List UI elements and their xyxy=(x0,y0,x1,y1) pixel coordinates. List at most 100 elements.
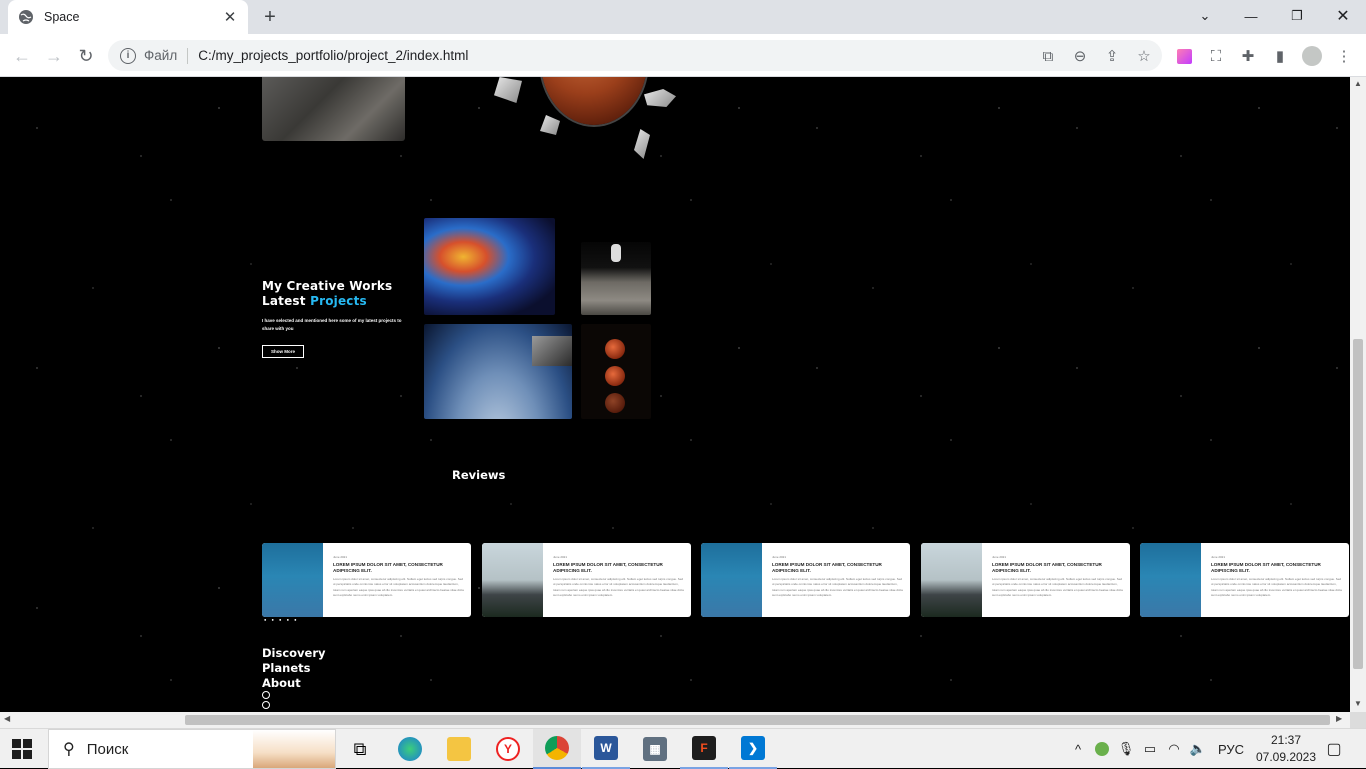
volume-icon[interactable]: 🔈 xyxy=(1188,729,1208,769)
review-heading: LOREM IPSUM DOLOR SIT AMET, CONSECTETUR … xyxy=(333,562,443,573)
footer-nav: Discovery Planets About xyxy=(262,646,326,691)
works-title-line2: Latest Projects xyxy=(262,294,392,309)
reviewer-photo xyxy=(482,543,543,617)
file-explorer-icon[interactable] xyxy=(435,729,483,769)
security-shield-icon[interactable] xyxy=(1092,729,1112,769)
works-description: I have selected and mentioned here some … xyxy=(262,318,402,331)
horizontal-scroll-thumb[interactable] xyxy=(185,715,1330,725)
space-station-figure xyxy=(532,336,572,366)
screenshot-icon[interactable]: ⛶ xyxy=(1206,46,1226,66)
gallery-astronaut-image[interactable] xyxy=(581,242,651,315)
review-heading: LOREM IPSUM DOLOR SIT AMET, CONSECTETUR … xyxy=(772,562,882,573)
reload-icon[interactable]: ↻ xyxy=(72,42,100,70)
globe-icon xyxy=(19,10,33,24)
taskbar-search-box[interactable]: ⚲ Поиск xyxy=(48,729,336,769)
astronaut-figure xyxy=(611,244,621,262)
reviews-pager[interactable]: ● ● ● ● ● xyxy=(264,617,299,622)
show-hidden-icons-icon[interactable]: ^ xyxy=(1068,729,1088,769)
review-card: June 2021 LOREM IPSUM DOLOR SIT AMET, CO… xyxy=(701,543,910,617)
vertical-scrollbar[interactable]: ▲ ▼ xyxy=(1350,77,1366,712)
moon-phase xyxy=(605,339,625,359)
notifications-icon[interactable]: ▢ xyxy=(1318,729,1350,769)
team-photo xyxy=(262,77,405,141)
system-clock[interactable]: 21:37 07.09.2023 xyxy=(1254,732,1318,766)
review-heading: LOREM IPSUM DOLOR SIT AMET, CONSECTETUR … xyxy=(992,562,1102,573)
chrome-browser-icon[interactable] xyxy=(533,729,581,769)
windows-taskbar: ⚲ Поиск ⧉ Y W ▦ F ❯ ^ 🎙 ▭ ◠ 🔈 РУС 21:37 … xyxy=(0,728,1366,769)
windows-start-icon[interactable] xyxy=(12,739,32,759)
review-card: June 2021 LOREM IPSUM DOLOR SIT AMET, CO… xyxy=(1140,543,1349,617)
scrollbar-corner xyxy=(1350,712,1366,728)
review-text: Lorem ipsum dolor sit amet, consectetur … xyxy=(1211,577,1342,598)
maximize-icon[interactable]: ❐ xyxy=(1274,0,1320,32)
asteroid-image xyxy=(644,89,676,107)
address-scheme: Файл xyxy=(144,48,178,63)
wifi-icon[interactable]: ◠ xyxy=(1164,729,1184,769)
address-url[interactable]: C:/my_projects_portfolio/project_2/index… xyxy=(198,48,468,63)
asteroid-image xyxy=(634,129,650,159)
minimize-icon[interactable]: — xyxy=(1228,0,1274,32)
back-icon[interactable]: ← xyxy=(8,42,36,70)
extensions-puzzle-icon[interactable]: ✚ xyxy=(1238,46,1258,66)
review-date: June 2021 xyxy=(772,555,787,559)
bookmark-star-icon[interactable]: ☆ xyxy=(1134,46,1154,66)
scroll-right-icon[interactable]: ▶ xyxy=(1336,714,1342,723)
reviewer-photo xyxy=(262,543,323,617)
works-heading: My Creative Works Latest Projects xyxy=(262,279,392,309)
tab-space[interactable]: Space ✕ xyxy=(8,0,248,34)
close-tab-icon[interactable]: ✕ xyxy=(222,8,238,26)
figma-icon[interactable]: F xyxy=(680,729,728,769)
review-heading: LOREM IPSUM DOLOR SIT AMET, CONSECTETUR … xyxy=(553,562,663,573)
word-icon[interactable]: W xyxy=(582,729,630,769)
footer-link-planets[interactable]: Planets xyxy=(262,661,326,676)
forward-icon[interactable]: → xyxy=(40,42,68,70)
review-card: June 2021 LOREM IPSUM DOLOR SIT AMET, CO… xyxy=(921,543,1130,617)
gallery-moon-phases-image[interactable] xyxy=(581,324,651,419)
tab-search-icon[interactable]: ⌄ xyxy=(1182,0,1228,32)
task-view-icon[interactable]: ⧉ xyxy=(336,729,384,769)
vertical-scroll-thumb[interactable] xyxy=(1353,339,1363,669)
scroll-up-icon[interactable]: ▲ xyxy=(1354,79,1362,88)
asteroid-image xyxy=(540,115,560,135)
extension-gradient-icon[interactable] xyxy=(1174,46,1194,66)
profile-avatar-icon[interactable] xyxy=(1302,46,1322,66)
translate-icon[interactable]: ⧉ xyxy=(1038,46,1058,66)
scroll-left-icon[interactable]: ◀ xyxy=(4,714,10,723)
address-bar[interactable]: i Файл C:/my_projects_portfolio/project_… xyxy=(108,40,1162,71)
review-card: June 2021 LOREM IPSUM DOLOR SIT AMET, CO… xyxy=(262,543,471,617)
new-tab-icon[interactable]: + xyxy=(258,5,282,29)
tab-title: Space xyxy=(44,10,80,24)
microphone-icon[interactable]: 🎙 xyxy=(1116,729,1136,769)
review-text: Lorem ipsum dolor sit amet, consectetur … xyxy=(333,577,464,598)
vscode-icon[interactable]: ❯ xyxy=(729,729,777,769)
clock-time: 21:37 xyxy=(1270,733,1302,747)
footer-link-discovery[interactable]: Discovery xyxy=(262,646,326,661)
menu-kebab-icon[interactable]: ⋮ xyxy=(1334,46,1354,66)
moon-phase xyxy=(605,366,625,386)
edge-browser-icon[interactable] xyxy=(386,729,434,769)
calculator-icon[interactable]: ▦ xyxy=(631,729,679,769)
side-panel-icon[interactable]: ▮ xyxy=(1270,46,1290,66)
zoom-icon[interactable]: ⊖ xyxy=(1070,46,1090,66)
works-title-prefix: Latest xyxy=(262,294,311,308)
footer-link-about[interactable]: About xyxy=(262,676,326,691)
review-text: Lorem ipsum dolor sit amet, consectetur … xyxy=(772,577,903,598)
works-title-line1: My Creative Works xyxy=(262,279,393,293)
input-language[interactable]: РУС xyxy=(1214,729,1248,769)
close-window-icon[interactable]: ✕ xyxy=(1320,0,1366,32)
mars-planet-image xyxy=(541,77,647,125)
social-icon[interactable] xyxy=(262,701,270,709)
horizontal-scrollbar[interactable]: ◀ ▶ xyxy=(0,712,1350,728)
review-text: Lorem ipsum dolor sit amet, consectetur … xyxy=(553,577,684,598)
show-more-button[interactable]: Show More xyxy=(262,345,304,358)
info-icon[interactable]: i xyxy=(120,47,136,64)
clock-date: 07.09.2023 xyxy=(1255,750,1317,764)
share-icon[interactable]: ⇪ xyxy=(1102,46,1122,66)
battery-icon[interactable]: ▭ xyxy=(1140,729,1160,769)
review-heading: LOREM IPSUM DOLOR SIT AMET, CONSECTETUR … xyxy=(1211,562,1321,573)
gallery-nebula-image[interactable] xyxy=(424,218,555,315)
social-icon[interactable] xyxy=(262,691,270,699)
gallery-earth-station-image[interactable] xyxy=(424,324,572,419)
scroll-down-icon[interactable]: ▼ xyxy=(1354,699,1362,708)
yandex-browser-icon[interactable]: Y xyxy=(484,729,532,769)
